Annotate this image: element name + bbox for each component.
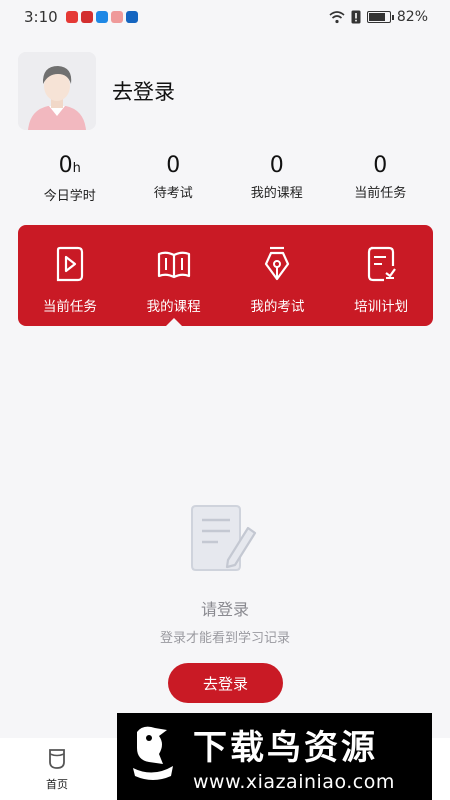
nav-home[interactable]: 首页 [30,748,84,792]
menu-label: 培训计划 [354,299,409,315]
document-pencil-icon [191,505,257,571]
notification-icons [65,11,138,23]
stat-my-courses[interactable]: 0 我的课程 [225,152,329,204]
watermark-url: www.xiazainiao.com [193,771,395,793]
bird-logo-icon [133,726,173,780]
avatar[interactable] [18,52,96,130]
menu-label: 我的考试 [250,299,305,315]
menu-item-my-courses[interactable]: 我的课程 [122,225,226,326]
battery-fill [368,13,385,21]
mail-notification-icon [110,11,123,23]
home-icon [49,749,65,769]
menu-item-training-plan[interactable]: 培训计划 [329,225,433,326]
status-right: 82% [329,9,428,25]
empty-state-subtitle: 登录才能看到学习记录 [159,631,290,646]
app-notification-icon [65,11,78,23]
stats-row: 0h 今日学时 0 待考试 0 我的课程 0 当前任务 [18,152,432,204]
watermark-text: 下载鸟资源 www.xiazainiao.com [193,720,395,793]
plan-document-icon [368,246,397,282]
nav-home-label: 首页 [46,778,68,791]
stat-label: 我的课程 [250,186,303,201]
battery-percent: 82% [396,9,428,25]
battery-icon [366,11,394,23]
active-menu-pointer [166,318,182,326]
status-bar: 3:10 82% [0,0,450,34]
wifi-icon [329,10,345,23]
login-link[interactable]: 去登录 [112,76,175,106]
stat-unit: h [72,161,81,176]
stat-value: 0 [166,153,181,178]
bulb-notification-icon [125,11,138,23]
stat-value: 0h [58,153,81,178]
login-button[interactable]: 去登录 [168,663,283,703]
default-avatar-icon [18,52,96,130]
stat-value: 0 [269,153,284,178]
stat-today-hours[interactable]: 0h 今日学时 [18,152,122,204]
watermark-title: 下载鸟资源 [193,728,378,768]
search-notification-icon [95,11,108,23]
stat-current-tasks[interactable]: 0 当前任务 [329,152,433,204]
play-document-icon [56,246,83,282]
open-book-icon [157,251,190,279]
menu-item-current-tasks[interactable]: 当前任务 [18,225,122,326]
menu-card: 当前任务 我的课程 我的考试 培训计划 [18,225,433,326]
watermark: 下载鸟资源 www.xiazainiao.com [117,713,432,800]
stat-label: 今日学时 [43,189,96,204]
stat-value: 0 [373,153,388,178]
stat-pending-exams[interactable]: 0 待考试 [122,152,226,204]
stat-label: 待考试 [153,186,193,201]
alert-icon [351,10,361,24]
menu-item-my-exams[interactable]: 我的考试 [226,225,330,326]
profile-header[interactable]: 去登录 [18,52,175,130]
menu-label: 我的课程 [146,299,201,315]
stat-label: 当前任务 [354,186,407,201]
status-time: 3:10 [24,8,58,26]
empty-state-title: 请登录 [200,600,249,619]
menu-label: 当前任务 [42,299,97,315]
app-notification-icon [80,11,93,23]
pen-nib-icon [265,246,290,281]
